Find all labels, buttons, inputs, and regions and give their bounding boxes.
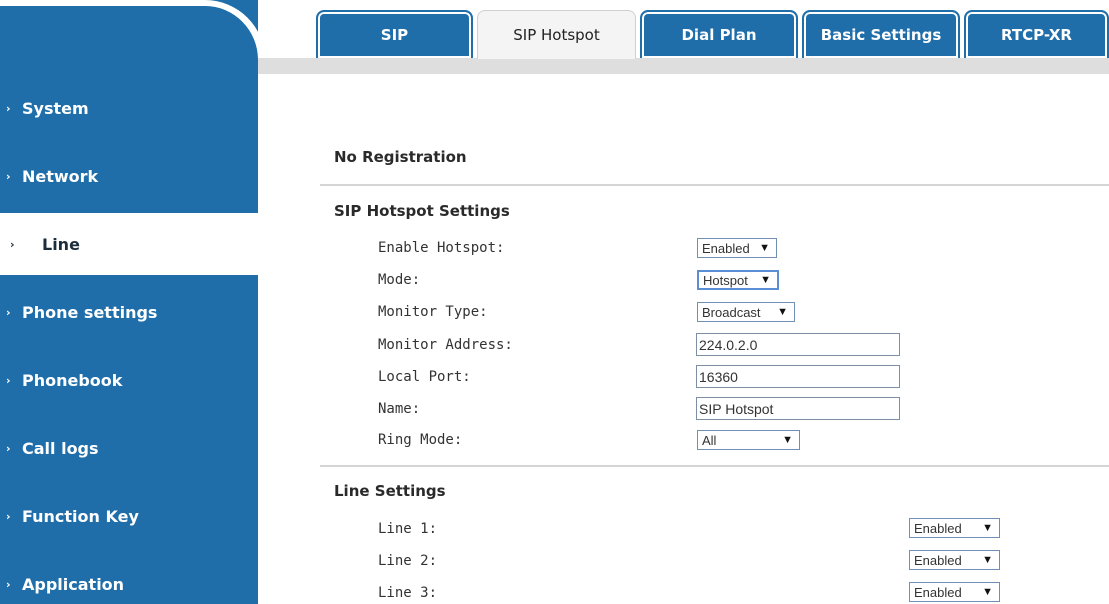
sidebar-item-line[interactable]: › Line	[0, 213, 258, 275]
monitor-type-label: Monitor Type:	[378, 304, 488, 320]
tab-label: Basic Settings	[820, 26, 942, 44]
chevron-right-icon: ›	[6, 577, 11, 591]
caret-down-icon: ▼	[982, 586, 993, 598]
divider	[320, 465, 1109, 467]
select-value: Enabled	[914, 552, 962, 568]
ring-mode-select[interactable]: All ▼	[697, 430, 800, 450]
caret-down-icon: ▼	[782, 434, 793, 446]
name-label: Name:	[378, 401, 421, 417]
line-1-select[interactable]: Enabled ▼	[909, 518, 1000, 538]
hotspot-settings-title: SIP Hotspot Settings	[334, 202, 510, 220]
caret-down-icon: ▼	[982, 522, 993, 534]
select-value: Enabled	[914, 584, 962, 600]
line-1-label: Line 1:	[378, 521, 438, 537]
tab-rtcp-xr[interactable]: RTCP-XR	[964, 10, 1109, 58]
chevron-right-icon: ›	[6, 373, 11, 387]
select-value: All	[702, 432, 717, 448]
monitor-address-input[interactable]: 224.0.2.0	[696, 333, 900, 356]
line-2-label: Line 2:	[378, 553, 438, 569]
select-value: Enabled	[914, 520, 962, 536]
divider	[320, 184, 1109, 186]
chevron-right-icon: ›	[6, 169, 11, 183]
sidebar-item-network[interactable]: › Network	[0, 145, 258, 207]
tab-sip-hotspot[interactable]: SIP Hotspot	[477, 10, 636, 59]
sidebar-item-label: Function Key	[22, 506, 139, 526]
monitor-address-label: Monitor Address:	[378, 337, 513, 353]
sidebar-item-label: System	[22, 98, 89, 118]
sidebar-item-application[interactable]: › Application	[0, 553, 258, 604]
sidebar-item-label: Application	[22, 574, 125, 594]
caret-down-icon: ▼	[759, 242, 770, 254]
sidebar-item-label: Call logs	[22, 438, 99, 458]
tab-label: SIP Hotspot	[513, 26, 600, 44]
sidebar-item-label: Phonebook	[22, 370, 123, 390]
caret-down-icon: ▼	[982, 554, 993, 566]
caret-down-icon: ▼	[760, 274, 771, 286]
chevron-right-icon: ›	[6, 101, 11, 115]
select-value: Broadcast	[702, 304, 761, 320]
select-value: Hotspot	[703, 272, 748, 288]
registration-status: No Registration	[334, 148, 467, 166]
line-3-select[interactable]: Enabled ▼	[909, 582, 1000, 602]
tab-label: RTCP-XR	[1001, 26, 1072, 44]
tab-label: SIP	[380, 26, 409, 44]
mode-label: Mode:	[378, 272, 421, 288]
name-input[interactable]: SIP Hotspot	[696, 397, 900, 420]
sidebar-item-label: Phone settings	[22, 302, 158, 322]
local-port-input[interactable]: 16360	[696, 365, 900, 388]
tab-basic-settings[interactable]: Basic Settings	[802, 10, 960, 58]
monitor-type-select[interactable]: Broadcast ▼	[697, 302, 795, 322]
sidebar-header	[0, 0, 265, 74]
line-3-label: Line 3:	[378, 585, 438, 601]
tab-dial-plan[interactable]: Dial Plan	[640, 10, 798, 58]
local-port-label: Local Port:	[378, 369, 471, 385]
sidebar-item-phone-settings[interactable]: › Phone settings	[0, 281, 258, 343]
caret-down-icon: ▼	[777, 306, 788, 318]
chevron-right-icon: ›	[6, 509, 11, 523]
enable-hotspot-select[interactable]: Enabled ▼	[697, 238, 777, 258]
mode-select[interactable]: Hotspot ▼	[697, 270, 779, 290]
chevron-right-icon: ›	[10, 237, 15, 251]
sidebar-item-label: Line	[42, 234, 80, 254]
chevron-right-icon: ›	[6, 305, 11, 319]
chevron-right-icon: ›	[6, 441, 11, 455]
sidebar-item-phonebook[interactable]: › Phonebook	[0, 349, 258, 411]
ring-mode-label: Ring Mode:	[378, 432, 463, 448]
tab-sip[interactable]: SIP	[316, 10, 473, 58]
sidebar-item-call-logs[interactable]: › Call logs	[0, 417, 258, 479]
tab-bar-underline	[258, 58, 1109, 74]
line-2-select[interactable]: Enabled ▼	[909, 550, 1000, 570]
select-value: Enabled	[702, 240, 750, 256]
sidebar-item-label: Network	[22, 166, 99, 186]
line-settings-title: Line Settings	[334, 482, 446, 500]
tab-label: Dial Plan	[681, 26, 757, 44]
sidebar-item-function-key[interactable]: › Function Key	[0, 485, 258, 547]
enable-hotspot-label: Enable Hotspot:	[378, 240, 505, 256]
sidebar-item-system[interactable]: › System	[0, 77, 258, 139]
